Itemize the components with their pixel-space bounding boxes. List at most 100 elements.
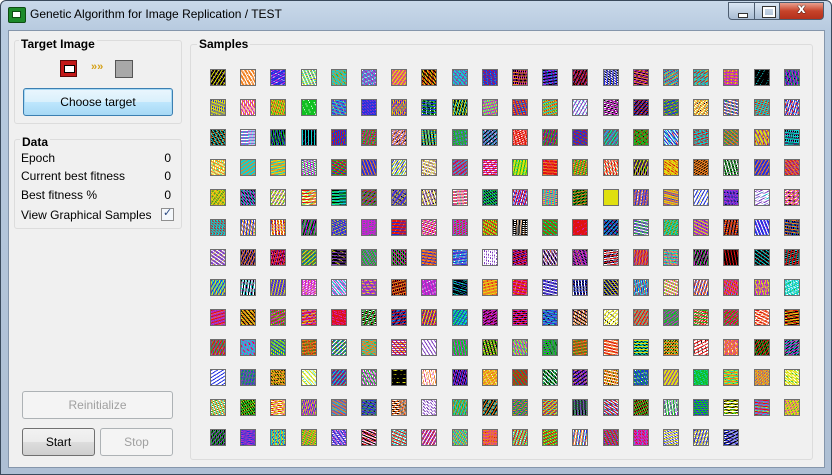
sample-thumbnail <box>391 129 408 146</box>
sample-thumbnail <box>300 159 317 176</box>
sample-thumbnail <box>783 279 800 296</box>
sample-thumbnail <box>602 429 619 446</box>
sample-thumbnail <box>783 219 800 236</box>
maximize-button[interactable] <box>754 2 780 20</box>
sample-thumbnail <box>391 219 408 236</box>
arrow-icon: »» <box>91 61 104 73</box>
sample-thumbnail <box>572 189 589 206</box>
sample-thumbnail <box>572 399 589 416</box>
sample-thumbnail <box>330 339 347 356</box>
sample-thumbnail <box>663 69 679 86</box>
sample-thumbnail <box>391 369 408 386</box>
sample-thumbnail <box>753 249 770 266</box>
sample-thumbnail <box>602 69 619 86</box>
sample-thumbnail <box>481 249 498 266</box>
sample-thumbnail <box>723 99 740 116</box>
sample-thumbnail <box>602 399 619 416</box>
sample-thumbnail <box>330 69 347 86</box>
sample-thumbnail <box>783 369 800 386</box>
sample-thumbnail <box>270 309 287 326</box>
sample-thumbnail <box>512 189 528 206</box>
sample-thumbnail <box>391 69 408 86</box>
sample-thumbnail <box>663 159 679 176</box>
sample-thumbnail <box>330 99 347 116</box>
sample-thumbnail <box>240 369 257 386</box>
sample-thumbnail <box>240 99 257 116</box>
sample-thumbnail <box>391 399 408 416</box>
sample-thumbnail <box>300 69 317 86</box>
sample-thumbnail <box>723 309 740 326</box>
stop-button[interactable]: Stop <box>100 428 173 456</box>
sample-thumbnail <box>512 129 528 146</box>
sample-thumbnail <box>693 429 710 446</box>
close-button[interactable]: x <box>779 2 824 20</box>
sample-thumbnail <box>210 429 226 446</box>
sample-thumbnail <box>753 159 770 176</box>
sample-thumbnail <box>632 69 649 86</box>
reinitialize-button[interactable]: Reinitialize <box>22 391 173 419</box>
sample-thumbnail <box>330 129 347 146</box>
sample-thumbnail <box>210 219 226 236</box>
sample-thumbnail <box>361 99 377 116</box>
sample-thumbnail <box>361 219 377 236</box>
sample-thumbnail <box>451 219 468 236</box>
sample-thumbnail <box>451 279 468 296</box>
sample-thumbnail <box>210 99 226 116</box>
start-button[interactable]: Start <box>22 428 95 456</box>
title-bar[interactable]: Genetic Algorithm for Image Replication … <box>1 1 831 29</box>
sample-thumbnail <box>632 159 649 176</box>
sample-thumbnail <box>240 159 257 176</box>
sample-thumbnail <box>481 219 498 236</box>
sample-thumbnail <box>481 339 498 356</box>
sample-thumbnail <box>481 279 498 296</box>
sample-thumbnail <box>632 189 649 206</box>
sample-thumbnail <box>602 249 619 266</box>
sample-thumbnail <box>512 219 528 236</box>
sample-thumbnail <box>602 339 619 356</box>
sample-thumbnail <box>663 369 679 386</box>
choose-target-button[interactable]: Choose target <box>23 88 173 116</box>
sample-thumbnail <box>361 339 377 356</box>
sample-thumbnail <box>361 279 377 296</box>
sample-thumbnail <box>240 279 257 296</box>
sample-thumbnail <box>330 189 347 206</box>
sample-thumbnail <box>512 69 528 86</box>
sample-thumbnail <box>723 189 740 206</box>
view-samples-checkbox[interactable] <box>161 206 174 221</box>
sample-thumbnail <box>240 399 257 416</box>
sample-thumbnail <box>512 339 528 356</box>
sample-thumbnail <box>391 249 408 266</box>
sample-thumbnail <box>723 399 740 416</box>
sample-thumbnail <box>723 429 740 446</box>
minimize-button[interactable] <box>728 2 755 20</box>
sample-thumbnail <box>632 399 649 416</box>
sample-thumbnail <box>451 69 468 86</box>
sample-thumbnail <box>663 129 679 146</box>
sample-thumbnail <box>572 429 589 446</box>
sample-thumbnail <box>572 219 589 236</box>
sample-thumbnail <box>421 189 438 206</box>
sample-thumbnail <box>300 249 317 266</box>
close-icon: x <box>797 2 806 17</box>
sample-thumbnail <box>753 309 770 326</box>
sample-thumbnail <box>330 279 347 296</box>
sample-thumbnail <box>602 159 619 176</box>
sample-thumbnail <box>753 219 770 236</box>
samples-title: Samples <box>197 37 251 51</box>
sample-thumbnail <box>572 309 589 326</box>
sample-thumbnail <box>602 279 619 296</box>
sample-thumbnail <box>753 69 770 86</box>
target-image-preview[interactable] <box>60 60 77 77</box>
sample-thumbnail <box>330 399 347 416</box>
sample-thumbnail <box>693 129 710 146</box>
sample-thumbnail <box>270 219 287 236</box>
sample-thumbnail <box>632 279 649 296</box>
sample-thumbnail <box>300 189 317 206</box>
sample-thumbnail <box>391 309 408 326</box>
sample-thumbnail <box>663 429 679 446</box>
app-icon[interactable] <box>8 7 26 23</box>
sample-thumbnail <box>240 129 257 146</box>
sample-thumbnail <box>572 99 589 116</box>
epoch-value: 0 <box>164 151 171 165</box>
sample-thumbnail <box>542 69 559 86</box>
